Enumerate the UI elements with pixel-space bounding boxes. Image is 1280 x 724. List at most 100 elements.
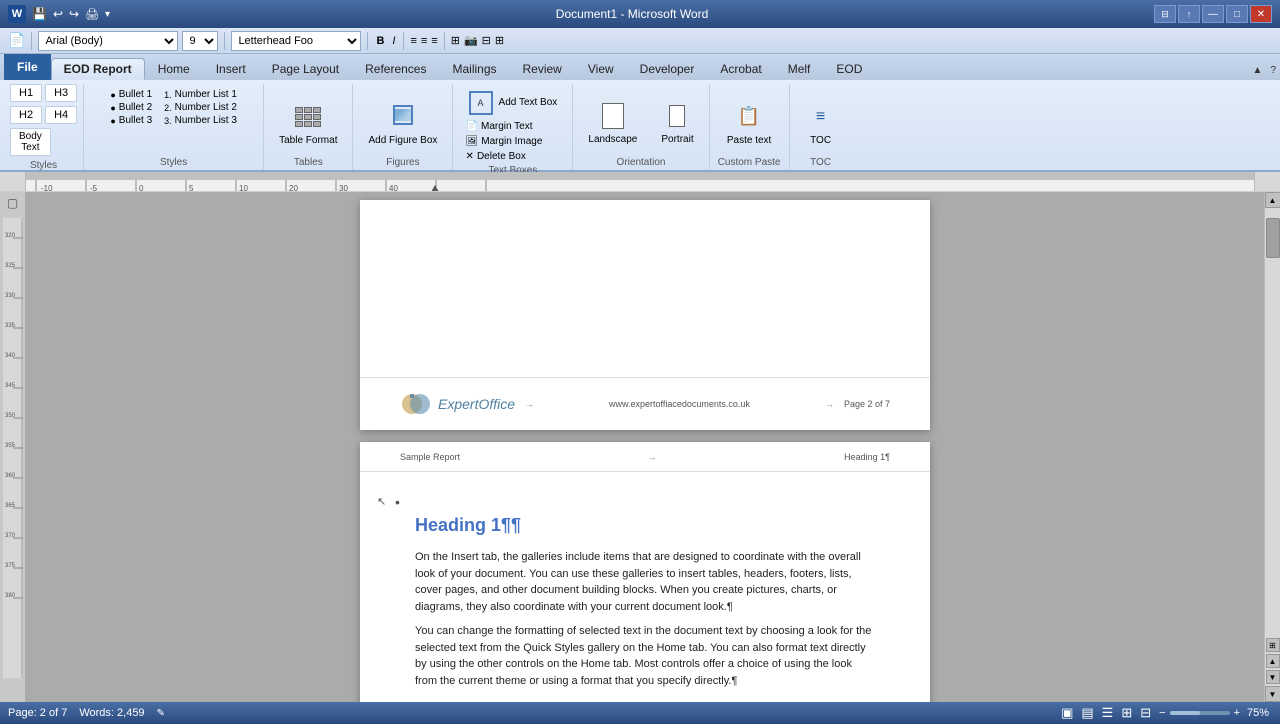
footer-arrow1: → bbox=[525, 399, 534, 409]
tab-eod-report[interactable]: EOD Report bbox=[51, 58, 145, 80]
scroll-prev-page-btn[interactable]: ▲ bbox=[1266, 654, 1280, 668]
add-text-box-btn[interactable]: A Add Text Box bbox=[464, 88, 563, 118]
redo-icon[interactable]: ↪ bbox=[69, 7, 79, 21]
expert-office-logo: ExpertOffice bbox=[400, 388, 515, 420]
landscape-btn[interactable]: Landscape bbox=[579, 95, 646, 151]
print-icon[interactable]: 🖨 bbox=[85, 8, 99, 21]
minimize-btn[interactable]: — bbox=[1202, 5, 1224, 23]
maximize-btn[interactable]: □ bbox=[1226, 5, 1248, 23]
align-right-icon[interactable]: ≡ bbox=[431, 35, 437, 47]
zoom-slider[interactable] bbox=[1170, 711, 1230, 715]
svg-text:380: 380 bbox=[5, 593, 16, 599]
close-btn[interactable]: ✕ bbox=[1250, 5, 1272, 23]
undo-icon[interactable]: ↩ bbox=[53, 7, 63, 21]
right-scrollbar[interactable]: ▲ ⊞ ▲ ▼ ▼ bbox=[1264, 192, 1280, 702]
more-tools-icon[interactable]: ⊞ bbox=[451, 34, 460, 47]
scroll-track[interactable] bbox=[1265, 208, 1280, 636]
ribbon-group-tables: Table Format Tables bbox=[264, 84, 353, 170]
scroll-down-btn[interactable]: ▼ bbox=[1265, 686, 1280, 702]
numlist2-btn[interactable]: 2. Number List 2 bbox=[162, 101, 239, 114]
bullet3-btn[interactable]: ● Bullet 3 bbox=[108, 114, 154, 127]
scroll-expand-btn[interactable]: ⊞ bbox=[1266, 638, 1280, 652]
numlist1-btn[interactable]: 1. Number List 1 bbox=[162, 88, 239, 101]
footer-page-num: Page 2 of 7 bbox=[844, 399, 890, 409]
view-icon-3[interactable]: ☰ bbox=[1102, 705, 1114, 721]
margin-text-btn[interactable]: 📄 Margin Text bbox=[464, 120, 535, 133]
align-left-icon[interactable]: ≡ bbox=[410, 35, 416, 47]
tab-mailings[interactable]: Mailings bbox=[439, 58, 509, 80]
margin-text-icon: 📄 bbox=[466, 121, 478, 132]
zoom-out-btn[interactable]: − bbox=[1159, 707, 1165, 719]
word-icon: W bbox=[8, 5, 26, 23]
font-size-select[interactable]: 9 101112 bbox=[182, 31, 218, 51]
style-select[interactable]: Letterhead Foo bbox=[231, 31, 361, 51]
cursor-arrow-icon: ↖ bbox=[377, 494, 386, 511]
portrait-btn[interactable]: Portrait bbox=[652, 95, 702, 151]
tab-melf[interactable]: Melf bbox=[775, 58, 824, 80]
svg-text:325: 325 bbox=[5, 263, 16, 269]
indent-icon[interactable]: ⊞ bbox=[495, 34, 504, 47]
tab-view[interactable]: View bbox=[575, 58, 627, 80]
toc-btn[interactable]: ≡ TOC bbox=[796, 96, 846, 152]
ribbon-group-margin: Landscape Portrait Orientation bbox=[573, 84, 709, 170]
tab-home[interactable]: Home bbox=[145, 58, 203, 80]
view-icon-5[interactable]: ⊟ bbox=[1140, 705, 1151, 721]
style-h3-btn[interactable]: H3 bbox=[45, 84, 77, 102]
align-center-icon[interactable]: ≡ bbox=[421, 35, 427, 47]
document-area[interactable]: ExpertOffice → www.expertoffiacedocument… bbox=[26, 192, 1264, 702]
bullet2-btn[interactable]: ● Bullet 2 bbox=[108, 101, 154, 114]
delete-box-icon: ✕ bbox=[466, 151, 474, 162]
selection-mode-icon[interactable]: ▢ bbox=[7, 196, 18, 210]
italic-icon[interactable]: I bbox=[392, 35, 395, 47]
numlist3-btn[interactable]: 3. Number List 3 bbox=[162, 114, 239, 127]
style-h4-btn[interactable]: H4 bbox=[45, 106, 77, 124]
tab-eod[interactable]: EOD bbox=[823, 58, 875, 80]
svg-text:355: 355 bbox=[5, 443, 16, 449]
svg-text:360: 360 bbox=[5, 473, 16, 479]
delete-box-btn[interactable]: ✕ Delete Box bbox=[464, 150, 528, 163]
page-2-content: • ↖ Heading 1¶¶ On the Insert tab, the g… bbox=[360, 472, 930, 702]
ribbon-group-bullets: ● Bullet 1 ● Bullet 2 ● Bullet 3 1. bbox=[84, 84, 264, 170]
style-h1-btn[interactable]: H1 bbox=[10, 84, 42, 102]
tab-review[interactable]: Review bbox=[510, 58, 575, 80]
tab-developer[interactable]: Developer bbox=[627, 58, 708, 80]
tab-file[interactable]: File bbox=[4, 54, 51, 80]
add-text-box-label: Add Text Box bbox=[499, 97, 558, 109]
columns-icon[interactable]: ⊟ bbox=[482, 34, 491, 47]
style-h2-btn[interactable]: H2 bbox=[10, 106, 42, 124]
view-icon-2[interactable]: ▤ bbox=[1081, 705, 1093, 721]
svg-text:20: 20 bbox=[289, 184, 298, 191]
ribbon-expand-icon[interactable]: ▲ bbox=[1249, 61, 1267, 80]
figures-group-label: Figures bbox=[386, 155, 419, 170]
view-icon-1[interactable]: ▣ bbox=[1061, 705, 1073, 721]
tab-page-layout[interactable]: Page Layout bbox=[259, 58, 352, 80]
ribbon-group-toc: ≡ TOC TOC bbox=[790, 84, 852, 170]
zoom-in-btn[interactable]: + bbox=[1234, 707, 1240, 719]
paste-text-btn[interactable]: 📋 Paste text bbox=[718, 96, 780, 152]
status-bar: Page: 2 of 7 Words: 2,459 ✎ ▣ ▤ ☰ ⊞ ⊟ − … bbox=[0, 702, 1280, 724]
tab-insert[interactable]: Insert bbox=[203, 58, 259, 80]
ribbon-help-icon[interactable]: ? bbox=[1266, 61, 1280, 80]
tab-references[interactable]: References bbox=[352, 58, 439, 80]
bullet1-btn[interactable]: ● Bullet 1 bbox=[108, 88, 154, 101]
svg-text:345: 345 bbox=[5, 383, 16, 389]
scroll-thumb[interactable] bbox=[1266, 218, 1280, 258]
scroll-next-page-btn[interactable]: ▼ bbox=[1266, 670, 1280, 684]
tab-acrobat[interactable]: Acrobat bbox=[707, 58, 774, 80]
table-format-btn[interactable]: Table Format bbox=[270, 96, 346, 152]
add-figure-box-btn[interactable]: Add Figure Box bbox=[359, 96, 446, 152]
save-icon[interactable]: 💾 bbox=[32, 7, 47, 21]
portrait-label: Portrait bbox=[661, 134, 693, 146]
camera-icon[interactable]: 📷 bbox=[464, 34, 478, 47]
header-left: Sample Report bbox=[400, 452, 460, 462]
expand-icon-btn[interactable]: ↑ bbox=[1178, 5, 1200, 23]
help-icon-btn[interactable]: ⊟ bbox=[1154, 5, 1176, 23]
margin-image-btn[interactable]: 🖼 Margin Image bbox=[464, 135, 545, 148]
view-icon-4[interactable]: ⊞ bbox=[1121, 705, 1132, 721]
bold-icon[interactable]: B bbox=[376, 35, 384, 47]
status-right: ▣ ▤ ☰ ⊞ ⊟ − + 75% bbox=[1061, 705, 1272, 721]
scroll-up-btn[interactable]: ▲ bbox=[1265, 192, 1280, 208]
style-body-text-btn[interactable]: BodyText bbox=[10, 128, 51, 156]
ruler-main[interactable]: -10 -5 0 5 10 20 30 40 bbox=[26, 172, 1254, 191]
font-name-select[interactable]: Arial (Body) bbox=[38, 31, 178, 51]
